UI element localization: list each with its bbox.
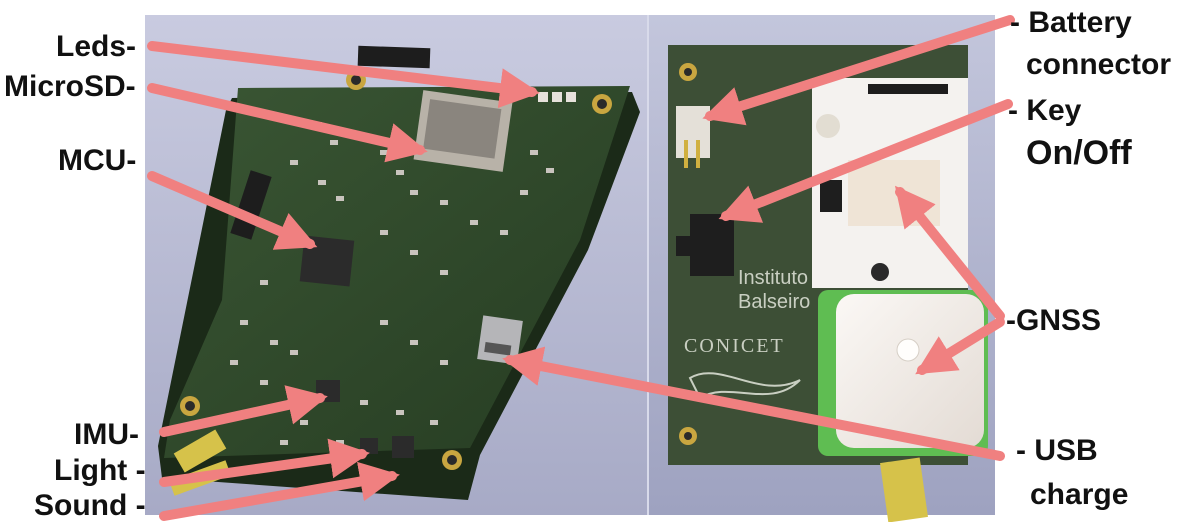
label-key-line2: On/Off bbox=[1026, 134, 1132, 172]
label-sound: Sound - bbox=[34, 489, 146, 522]
key-switch bbox=[690, 214, 734, 276]
led bbox=[566, 92, 576, 102]
label-gnss: -GNSS bbox=[1006, 304, 1102, 337]
silkscreen-institute-line1: Instituto bbox=[738, 267, 808, 289]
gnss-cable bbox=[880, 457, 928, 522]
label-battery-line1: - Battery bbox=[1010, 6, 1132, 39]
battery-connector bbox=[676, 106, 710, 158]
label-microsd: MicroSD- bbox=[4, 70, 136, 103]
gnss-feed-point bbox=[896, 338, 920, 362]
label-imu: IMU- bbox=[74, 418, 139, 451]
silkscreen-institute-line2: Balseiro bbox=[738, 291, 810, 313]
label-battery-line2: connector bbox=[1026, 48, 1172, 81]
silkscreen-conicet: CONICET bbox=[684, 335, 785, 357]
label-usb-line2: charge bbox=[1030, 478, 1129, 511]
header-top bbox=[357, 45, 431, 69]
label-usb-line1: - USB bbox=[1016, 434, 1098, 467]
pcb-render-image: Instituto Balseiro CONICET bbox=[145, 15, 1015, 522]
sound-sensor bbox=[392, 436, 414, 458]
label-light: Light - bbox=[54, 454, 146, 487]
led bbox=[538, 92, 548, 102]
label-leds: Leds- bbox=[56, 30, 137, 63]
led bbox=[552, 92, 562, 102]
label-mcu: MCU- bbox=[58, 144, 137, 177]
label-key-line1: - Key bbox=[1008, 94, 1082, 127]
